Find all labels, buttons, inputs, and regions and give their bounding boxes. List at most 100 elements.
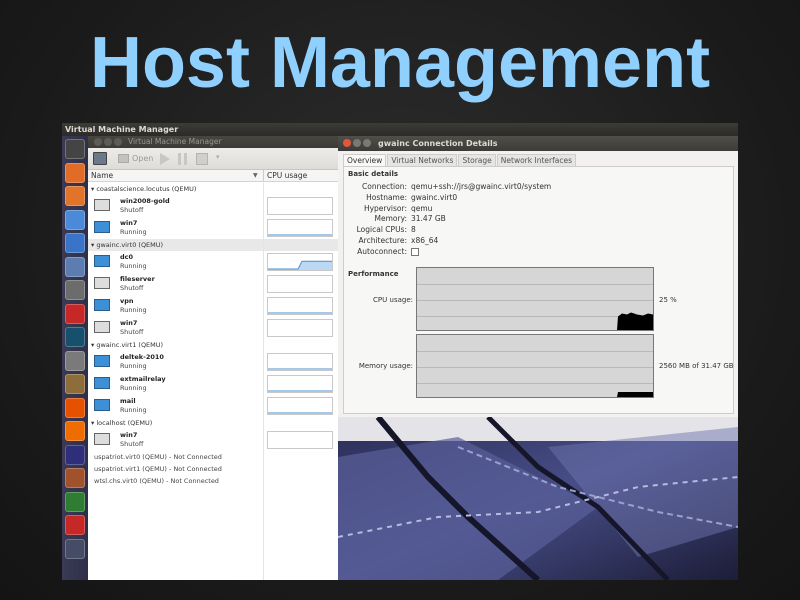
cpu-column-header[interactable]: CPU usage: [267, 170, 307, 182]
connection-details-window: gwainc Connection Details Overview Virtua…: [338, 136, 738, 417]
memory-usage-value: 2560 MB of 31.47 GB: [659, 362, 734, 370]
vm-name: win7: [120, 219, 138, 227]
vm-name: deltek-2010: [120, 353, 164, 361]
maximize-icon[interactable]: [114, 138, 122, 146]
dash-home-icon[interactable]: [65, 139, 85, 159]
close-icon[interactable]: [343, 139, 351, 147]
connection-group[interactable]: ▾ gwainc.virt1 (QEMU): [88, 339, 338, 351]
sketch-icon[interactable]: [65, 491, 85, 512]
vm-row[interactable]: win7 Shutoff: [88, 317, 338, 339]
tab-overview[interactable]: Overview: [343, 154, 387, 166]
calculator-icon[interactable]: [65, 350, 85, 371]
vm-row[interactable]: win7 Running: [88, 217, 338, 239]
field-label: Autoconnect:: [357, 246, 407, 256]
autoconnect-checkbox[interactable]: [411, 247, 419, 256]
vmm-window: Virtual Machine Manager Open ▾ Name ▼ CP…: [88, 136, 338, 580]
chevron-down-icon[interactable]: ▾: [216, 153, 220, 161]
vm-cpu-graph: [267, 197, 333, 215]
connection-group[interactable]: ▾ localhost (QEMU): [88, 417, 338, 429]
system-monitor-icon[interactable]: [65, 280, 85, 300]
vm-cpu-graph: [267, 275, 333, 293]
tab-storage[interactable]: Storage: [458, 154, 496, 166]
cpu-sparkline: [268, 368, 332, 370]
column-divider: [263, 183, 264, 580]
vm-row[interactable]: dc0 Running: [88, 251, 338, 273]
vm-cpu-graph: [267, 375, 333, 393]
gimp-icon[interactable]: [65, 374, 85, 394]
shutdown-icon[interactable]: [196, 153, 208, 165]
vm-name: vpn: [120, 297, 134, 305]
monitor-icon[interactable]: [65, 256, 85, 277]
cpu-sparkline: [268, 260, 332, 270]
disconnected-connection[interactable]: wtsl.chs.virt0 (QEMU) - Not Connected: [88, 475, 338, 487]
globe-icon[interactable]: [65, 327, 85, 347]
vm-state: Shutoff: [120, 440, 144, 448]
connection-group[interactable]: ▾ gwainc.virt0 (QEMU): [88, 239, 338, 251]
field-value: gwainc.virt0: [411, 192, 458, 202]
tab-virtual-networks[interactable]: Virtual Networks: [387, 154, 458, 166]
vm-monitor-icon: [94, 299, 110, 311]
files-icon[interactable]: [65, 162, 85, 183]
vm-row[interactable]: deltek-2010 Running: [88, 351, 338, 373]
vm-monitor-icon: [94, 221, 110, 233]
vm-state: Running: [120, 362, 147, 370]
vm-state: Shutoff: [120, 206, 144, 214]
connection-label: gwainc.virt1 (QEMU): [96, 341, 164, 349]
desktop-wallpaper: [338, 417, 738, 580]
launcher: [62, 136, 88, 580]
vm-state: Running: [120, 306, 147, 314]
vm-monitor-icon: [94, 321, 110, 333]
vm-row[interactable]: fileserver Shutoff: [88, 273, 338, 295]
text-editor-icon[interactable]: [65, 421, 85, 441]
software-center-icon[interactable]: [65, 397, 85, 418]
wallpaper-image: [338, 417, 738, 580]
tab-network-interfaces[interactable]: Network Interfaces: [496, 154, 576, 166]
usage-fill: [617, 392, 653, 397]
maximize-icon[interactable]: [363, 139, 371, 147]
open-button[interactable]: Open: [132, 154, 153, 163]
name-column-header[interactable]: Name: [91, 170, 113, 182]
inkscape-icon[interactable]: [65, 444, 85, 465]
vm-row[interactable]: mail Running: [88, 395, 338, 417]
new-vm-icon[interactable]: [93, 152, 107, 165]
details-window-title: gwainc Connection Details: [378, 139, 498, 148]
cpu-sparkline: [268, 390, 332, 392]
connection-label: gwainc.virt0 (QEMU): [96, 241, 164, 249]
vm-name: dc0: [120, 253, 134, 261]
vm-state: Running: [120, 228, 147, 236]
vm-monitor-icon: [94, 377, 110, 389]
disconnected-connection[interactable]: uspatriot.virt1 (QEMU) - Not Connected: [88, 463, 338, 475]
run-icon[interactable]: [160, 153, 170, 165]
memory-usage-label: Memory usage:: [358, 362, 413, 370]
image-viewer-icon[interactable]: [65, 468, 85, 488]
vm-row[interactable]: win7 Shutoff: [88, 429, 338, 451]
vm-row[interactable]: vpn Running: [88, 295, 338, 317]
top-panel: Virtual Machine Manager: [62, 123, 738, 136]
vm-name: mail: [120, 397, 136, 405]
disconnected-connection[interactable]: uspatriot.virt0 (QEMU) - Not Connected: [88, 451, 338, 463]
pause-icon[interactable]: [178, 153, 188, 165]
basic-details-heading: Basic details: [348, 170, 399, 178]
vm-row[interactable]: extmailrelay Running: [88, 373, 338, 395]
vm-name: extmailrelay: [120, 375, 166, 383]
vm-row[interactable]: win2008-gold Shutoff: [88, 195, 338, 217]
minimize-icon[interactable]: [104, 138, 112, 146]
firefox-icon[interactable]: [65, 186, 85, 206]
vm-state: Shutoff: [120, 328, 144, 336]
chat-icon[interactable]: [65, 233, 85, 253]
field-label: Architecture:: [358, 236, 407, 245]
cpu-usage-graph: [416, 267, 654, 331]
field-label: Hostname:: [366, 192, 407, 202]
vm-name: fileserver: [120, 275, 155, 283]
download-icon[interactable]: [65, 515, 85, 535]
field-value: 8: [411, 225, 416, 235]
terminal-icon[interactable]: [65, 303, 85, 324]
chrome-icon[interactable]: [65, 209, 85, 230]
close-icon[interactable]: [94, 138, 102, 146]
minimize-icon[interactable]: [353, 139, 361, 147]
workspace-icon[interactable]: [65, 538, 85, 559]
field-value: qemu+ssh://jrs@gwainc.virt0/system: [411, 182, 552, 191]
open-monitor-icon[interactable]: [118, 154, 129, 163]
vm-state: Running: [120, 262, 147, 270]
connection-group[interactable]: ▾ coastalscience.locutus (QEMU): [88, 183, 338, 195]
